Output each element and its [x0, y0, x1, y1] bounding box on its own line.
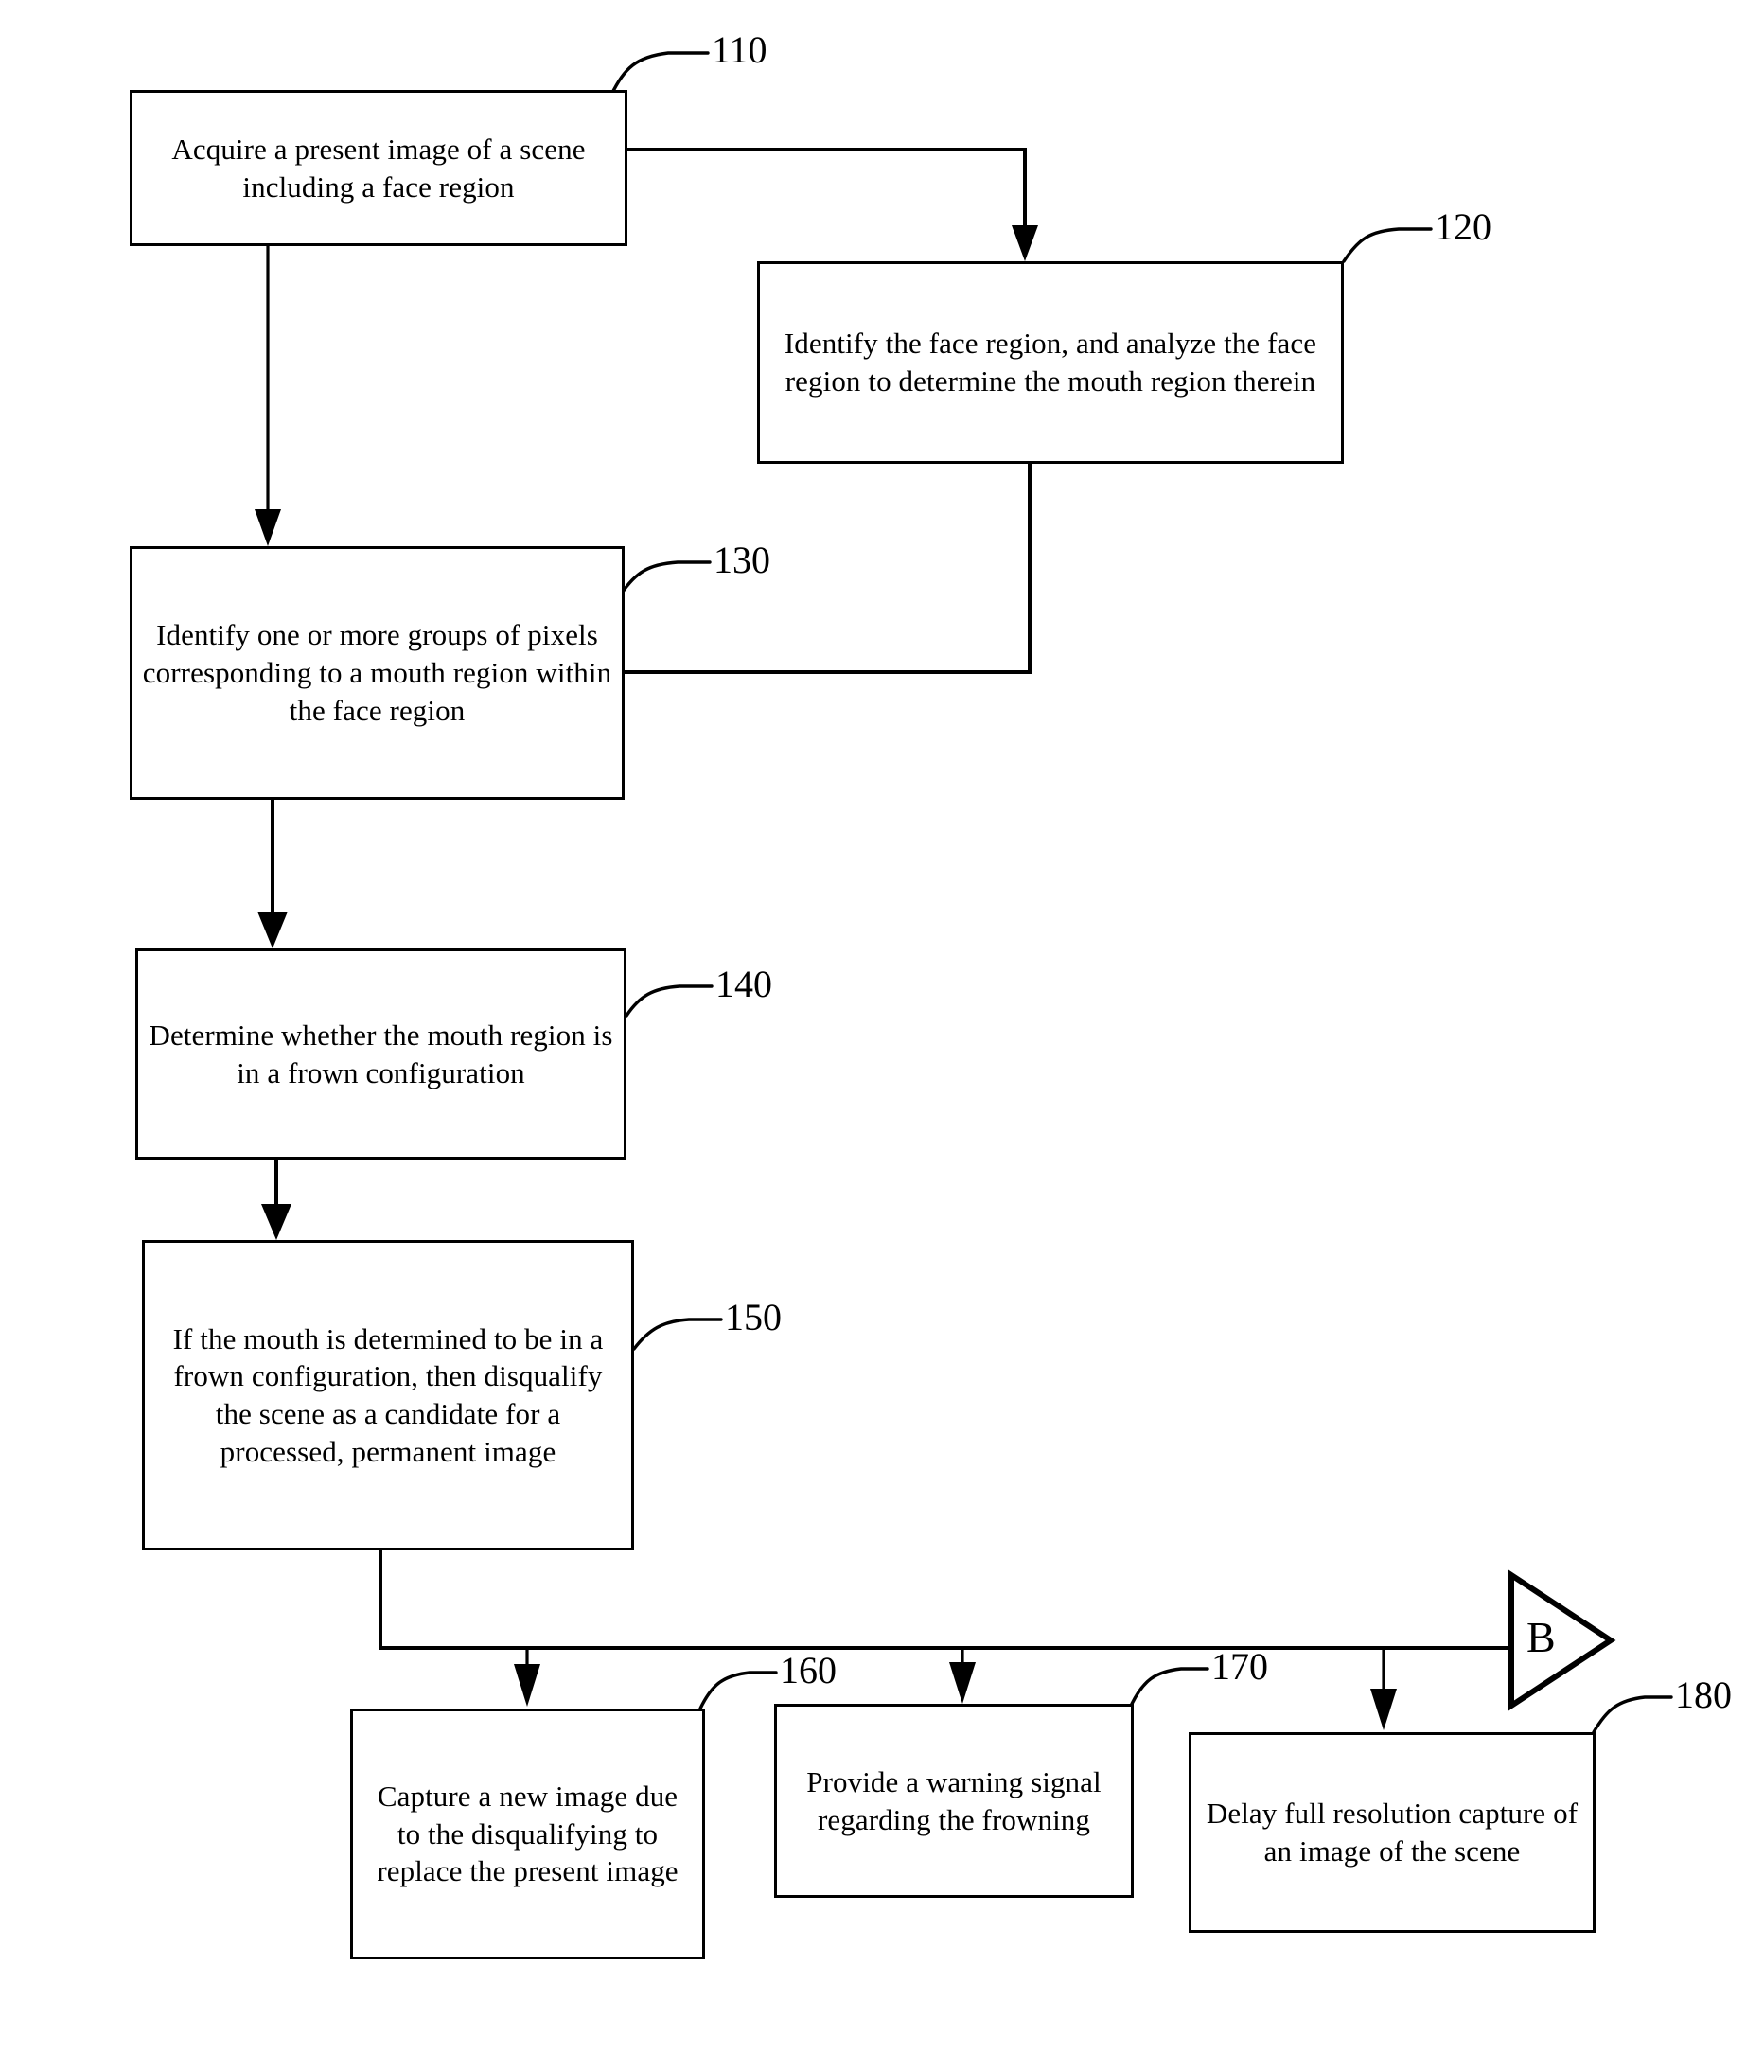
- process-box-140-label: Determine whether the mouth region is in…: [149, 1018, 613, 1089]
- arrowhead-140-to-150: [261, 1204, 291, 1240]
- connector-150-to-bus: [379, 1550, 1511, 1650]
- reference-numeral-110: 110: [712, 28, 767, 71]
- reference-numeral-120: 120: [1435, 205, 1491, 248]
- process-box-180-label: Delay full resolution capture of an imag…: [1206, 1797, 1579, 1868]
- process-box-120-label: Identify the face region, and analyze th…: [784, 327, 1317, 398]
- reference-numeral-170: 170: [1211, 1645, 1268, 1688]
- leader-180: [1592, 1695, 1673, 1734]
- process-box-180[interactable]: Delay full resolution capture of an imag…: [1189, 1732, 1596, 1933]
- off-page-connector-label: B: [1526, 1613, 1556, 1661]
- leader-140: [625, 984, 714, 1018]
- process-box-170[interactable]: Provide a warning signal regarding the f…: [774, 1704, 1134, 1898]
- process-box-110[interactable]: Acquire a present image of a scene inclu…: [130, 90, 627, 246]
- reference-numeral-180: 180: [1675, 1674, 1732, 1716]
- process-box-150-label: If the mouth is determined to be in a fr…: [172, 1321, 604, 1468]
- leader-110: [609, 51, 710, 97]
- reference-numeral-150: 150: [725, 1296, 782, 1338]
- process-box-170-label: Provide a warning signal regarding the f…: [806, 1764, 1102, 1836]
- process-box-160-label: Capture a new image due to the disqualif…: [377, 1779, 679, 1888]
- process-box-130[interactable]: Identify one or more groups of pixels co…: [130, 546, 625, 800]
- leader-170: [1130, 1667, 1209, 1706]
- flowchart-canvas: Acquire a present image of a scene inclu…: [0, 0, 1764, 2072]
- process-box-110-label: Acquire a present image of a scene inclu…: [171, 132, 586, 204]
- process-box-140[interactable]: Determine whether the mouth region is in…: [135, 948, 626, 1160]
- reference-numeral-130: 130: [714, 539, 770, 581]
- reference-numeral-140: 140: [715, 963, 772, 1005]
- arrowhead-bus-to-180: [1370, 1689, 1397, 1730]
- process-box-160[interactable]: Capture a new image due to the disqualif…: [350, 1709, 705, 1959]
- leader-130: [619, 560, 712, 596]
- leader-150: [632, 1318, 723, 1351]
- arrowhead-bus-to-170: [949, 1662, 976, 1704]
- arrowhead-110-to-130: [255, 509, 281, 546]
- leader-160: [698, 1671, 778, 1710]
- process-box-150[interactable]: If the mouth is determined to be in a fr…: [142, 1240, 634, 1550]
- connector-110-to-120: [627, 148, 1027, 225]
- arrowhead-130-to-140: [257, 912, 288, 948]
- process-box-120[interactable]: Identify the face region, and analyze th…: [757, 261, 1344, 464]
- arrowhead-bus-to-160: [514, 1664, 540, 1707]
- reference-numeral-160: 160: [780, 1649, 837, 1691]
- process-box-130-label: Identify one or more groups of pixels co…: [142, 618, 612, 727]
- leader-120: [1342, 227, 1433, 263]
- arrowhead-110-to-120: [1012, 225, 1038, 261]
